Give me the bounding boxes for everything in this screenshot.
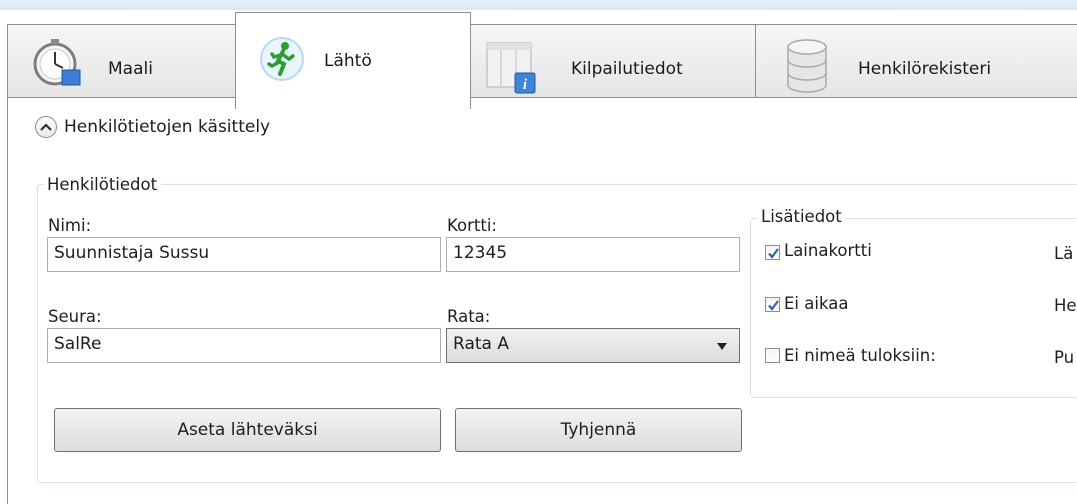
tab-label: Maali xyxy=(108,59,153,79)
name-label: Nimi: xyxy=(48,216,92,235)
no-name-in-results-checkbox[interactable] xyxy=(765,348,780,363)
person-group-title: Henkilötiedot xyxy=(43,175,162,194)
loan-card-checkbox[interactable] xyxy=(765,245,780,260)
clear-button[interactable]: Tyhjennä xyxy=(455,408,742,452)
course-label: Rata: xyxy=(447,307,491,326)
stopwatch-icon xyxy=(30,37,86,94)
no-name-in-results-label: Ei nimeä tuloksiin: xyxy=(784,346,936,365)
checkmark-icon xyxy=(768,300,779,311)
database-icon xyxy=(784,37,830,100)
chevron-up-icon xyxy=(40,123,52,131)
tab-label: Kilpailutiedot xyxy=(571,59,683,79)
truncated-label: Lä xyxy=(1054,244,1074,263)
no-time-checkbox[interactable] xyxy=(765,297,780,312)
set-start-button[interactable]: Aseta lähteväksi xyxy=(54,408,441,452)
chevron-down-icon xyxy=(717,343,727,350)
tab-maali[interactable]: Maali xyxy=(7,24,236,107)
section-title: Henkilötietojen käsittely xyxy=(64,117,271,137)
club-label: Seura: xyxy=(48,307,102,326)
tab-kilpailutiedot[interactable]: i Kilpailutiedot xyxy=(470,24,756,107)
tab-label: Lähtö xyxy=(324,51,372,71)
truncated-label: Pu xyxy=(1054,348,1075,367)
club-field[interactable]: SalRe xyxy=(47,328,441,363)
course-select[interactable]: Rata A xyxy=(446,328,740,363)
loan-card-label: Lainakortti xyxy=(784,241,872,260)
tab-label: Henkilörekisteri xyxy=(858,59,992,79)
card-field[interactable]: 12345 xyxy=(446,237,740,272)
tab-lahto[interactable]: Lähtö xyxy=(235,12,471,109)
name-field[interactable]: Suunnistaja Sussu xyxy=(47,237,441,272)
truncated-label: He xyxy=(1054,296,1077,315)
extra-group-title: Lisätiedot xyxy=(757,207,846,226)
card-label: Kortti: xyxy=(447,216,497,235)
tab-henkilorekisteri[interactable]: Henkilörekisteri xyxy=(755,24,1077,107)
no-time-label: Ei aikaa xyxy=(784,294,849,313)
course-select-value: Rata A xyxy=(453,334,509,354)
collapse-button[interactable] xyxy=(35,116,57,138)
tab-bar: Maali Lähtö i Kilpailutiedot Henkilöreki… xyxy=(0,10,1077,109)
runner-icon xyxy=(258,35,306,88)
checkmark-icon xyxy=(768,248,779,259)
tab-content-lahto: Henkilötietojen käsittely Henkilötiedot … xyxy=(7,97,1077,504)
info-window-icon: i xyxy=(485,39,541,100)
